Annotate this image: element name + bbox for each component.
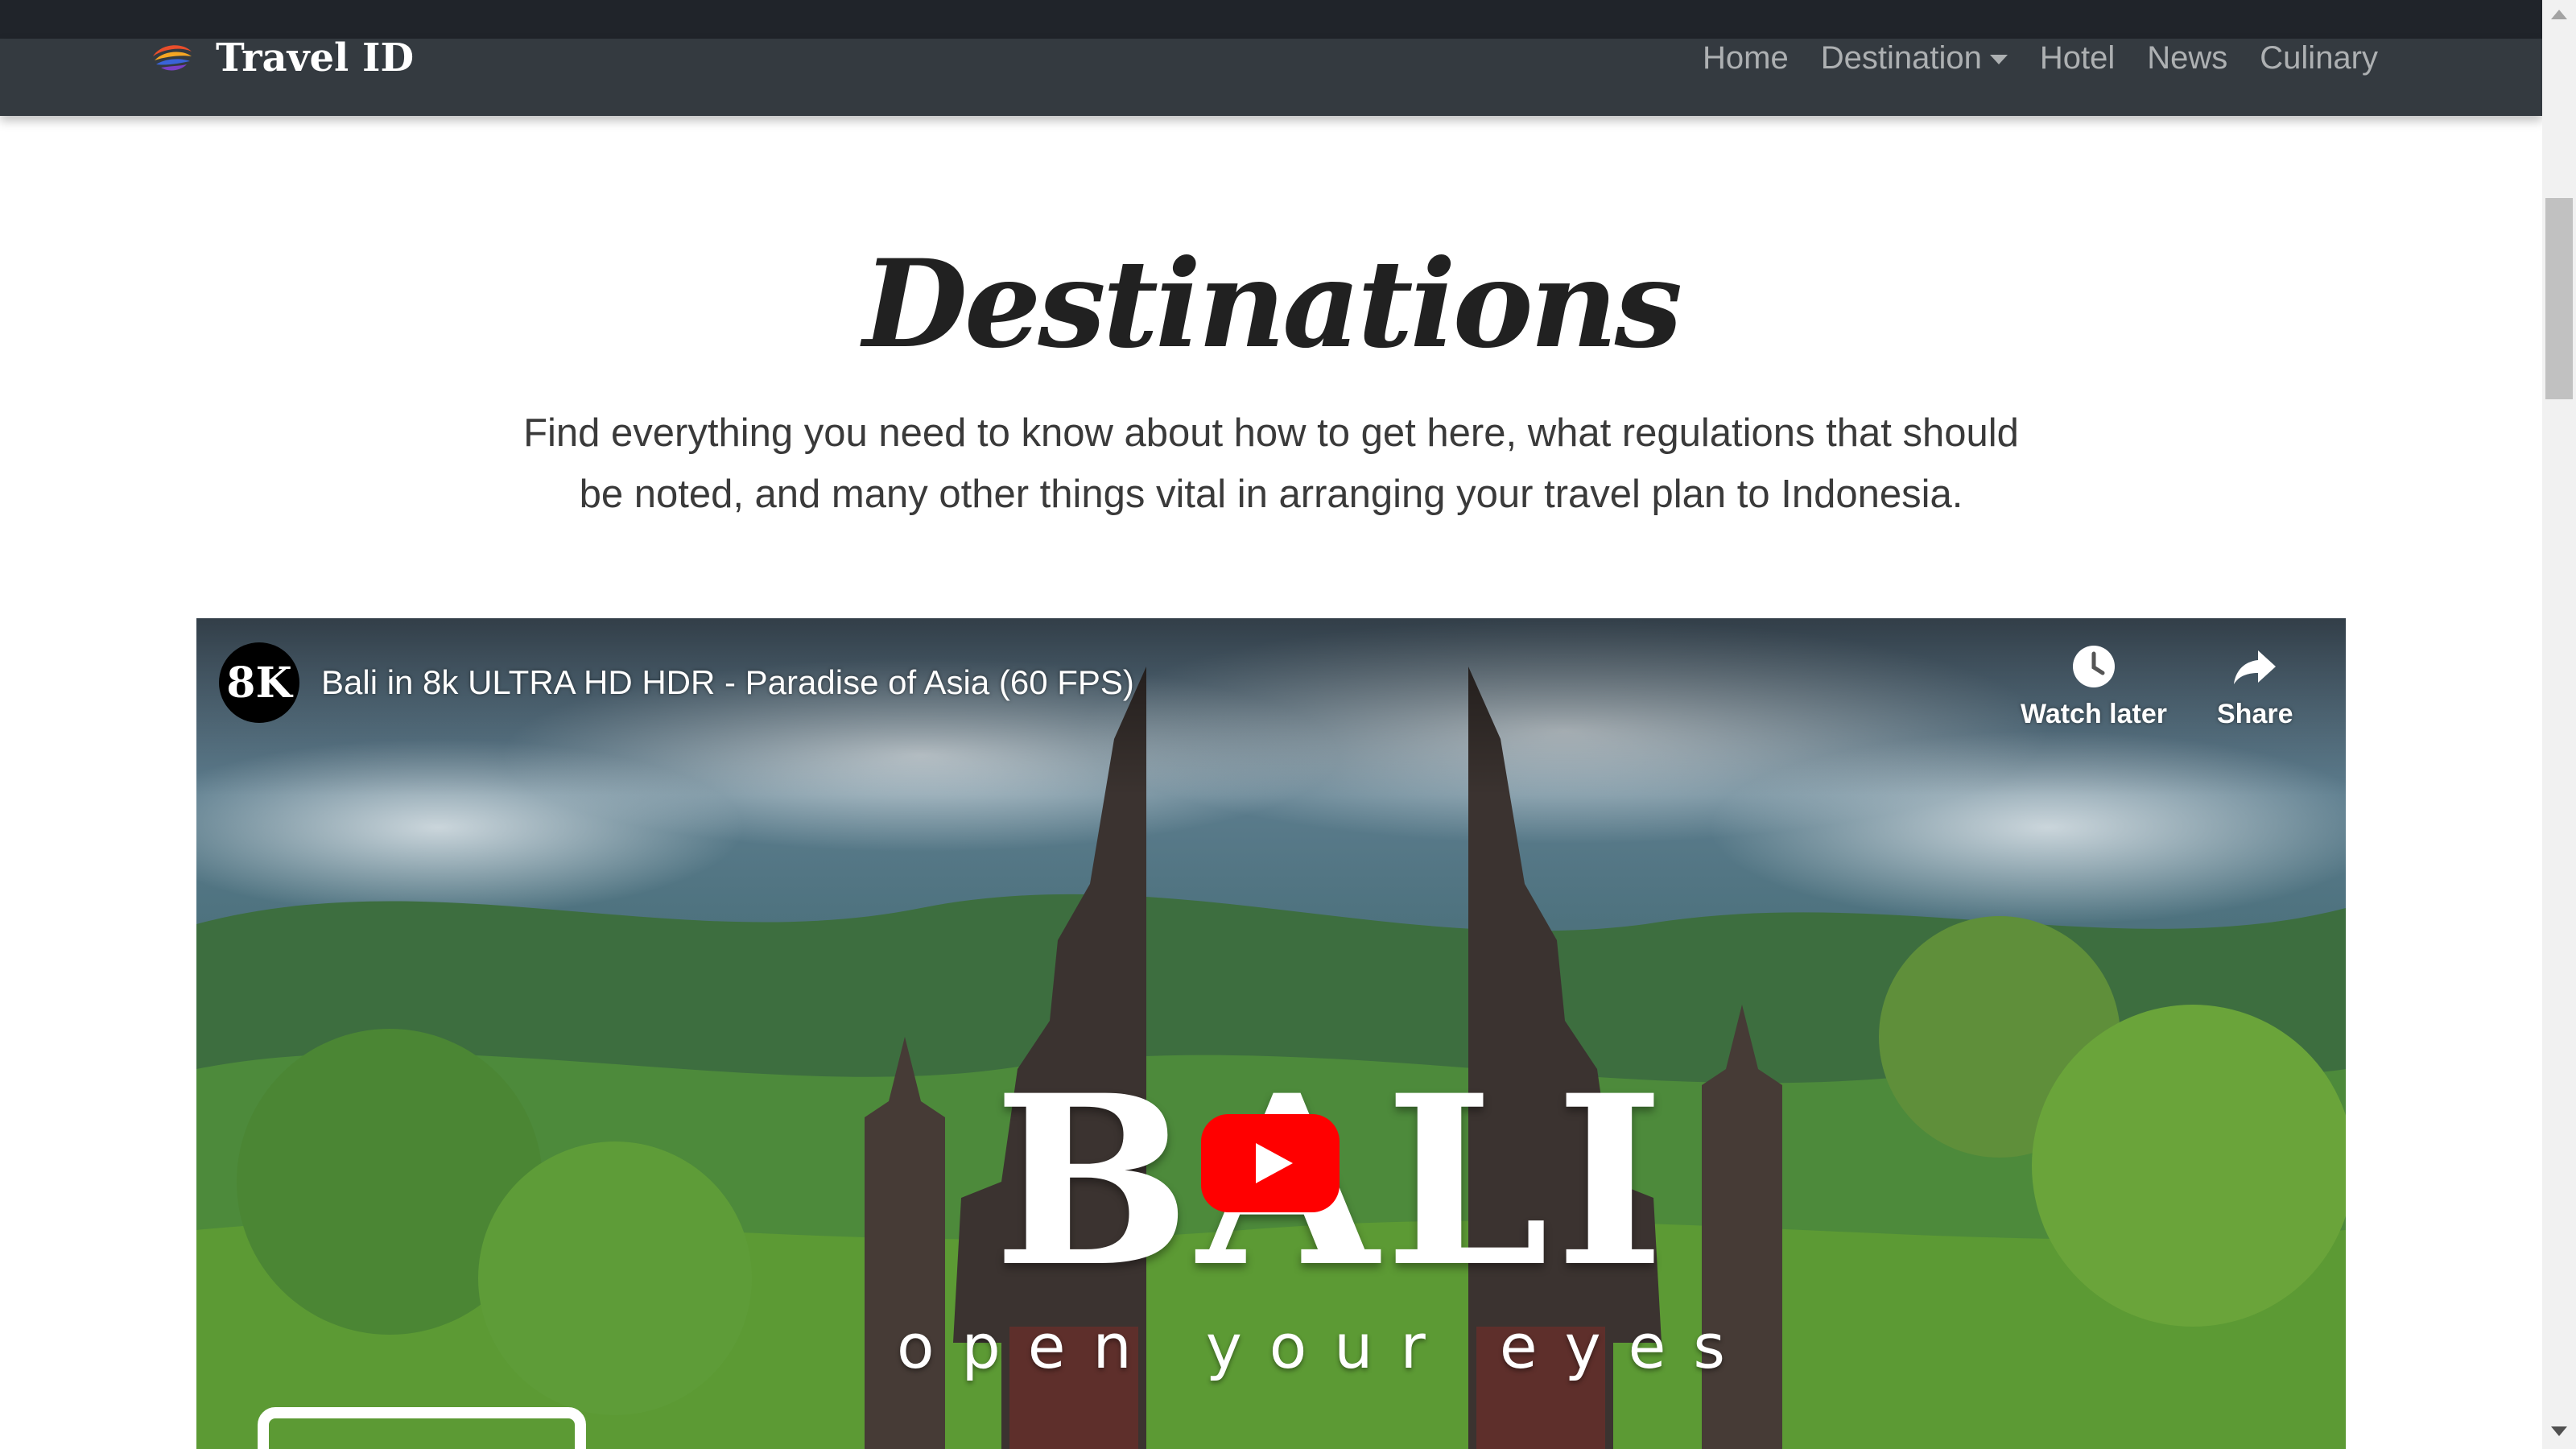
video-title[interactable]: Bali in 8k ULTRA HD HDR - Paradise of As… <box>321 663 1134 702</box>
navbar: Travel ID Home Destination Hotel News Cu… <box>0 35 2542 116</box>
caret-down-icon <box>1989 55 2008 64</box>
nav-link-destination-label: Destination <box>1820 39 1982 76</box>
video-logo-frame <box>258 1407 586 1449</box>
video-embed[interactable]: 8K Bali in 8k ULTRA HD HDR - Paradise of… <box>196 618 2346 1449</box>
nav-link-home[interactable]: Home <box>1703 40 1789 76</box>
browser-top-strip <box>0 0 2542 39</box>
share-label: Share <box>2217 699 2293 729</box>
nav-link-culinary[interactable]: Culinary <box>2260 40 2378 76</box>
nav-links: Home Destination Hotel News Culinary <box>1670 39 2378 77</box>
share-button[interactable]: Share <box>2217 642 2293 730</box>
clock-icon <box>2073 646 2115 687</box>
travel-logo-icon <box>153 45 192 71</box>
navbar-brand[interactable]: Travel ID <box>150 35 414 80</box>
page-title: Destinations <box>862 233 1682 375</box>
nav-link-hotel[interactable]: Hotel <box>2040 40 2115 76</box>
share-arrow-icon <box>2234 650 2277 684</box>
nav-link-news[interactable]: News <box>2147 40 2227 76</box>
scrollbar-thumb[interactable] <box>2545 198 2573 399</box>
page-scrollbar[interactable] <box>2542 0 2576 1449</box>
youtube-play-icon[interactable] <box>1201 1114 1340 1212</box>
scroll-down-arrow-icon[interactable] <box>2551 1426 2567 1436</box>
brand-name: Travel ID <box>216 35 415 80</box>
watch-later-label: Watch later <box>2021 699 2168 729</box>
page-lead: Find everything you need to know about h… <box>523 411 2019 516</box>
nav-link-destination[interactable]: Destination <box>1821 40 2008 76</box>
video-overlay-tagline: open your eyes <box>897 1311 1752 1382</box>
channel-avatar[interactable]: 8K <box>219 642 299 723</box>
scroll-up-arrow-icon[interactable] <box>2551 10 2567 19</box>
watch-later-button[interactable]: Watch later <box>2021 642 2167 730</box>
